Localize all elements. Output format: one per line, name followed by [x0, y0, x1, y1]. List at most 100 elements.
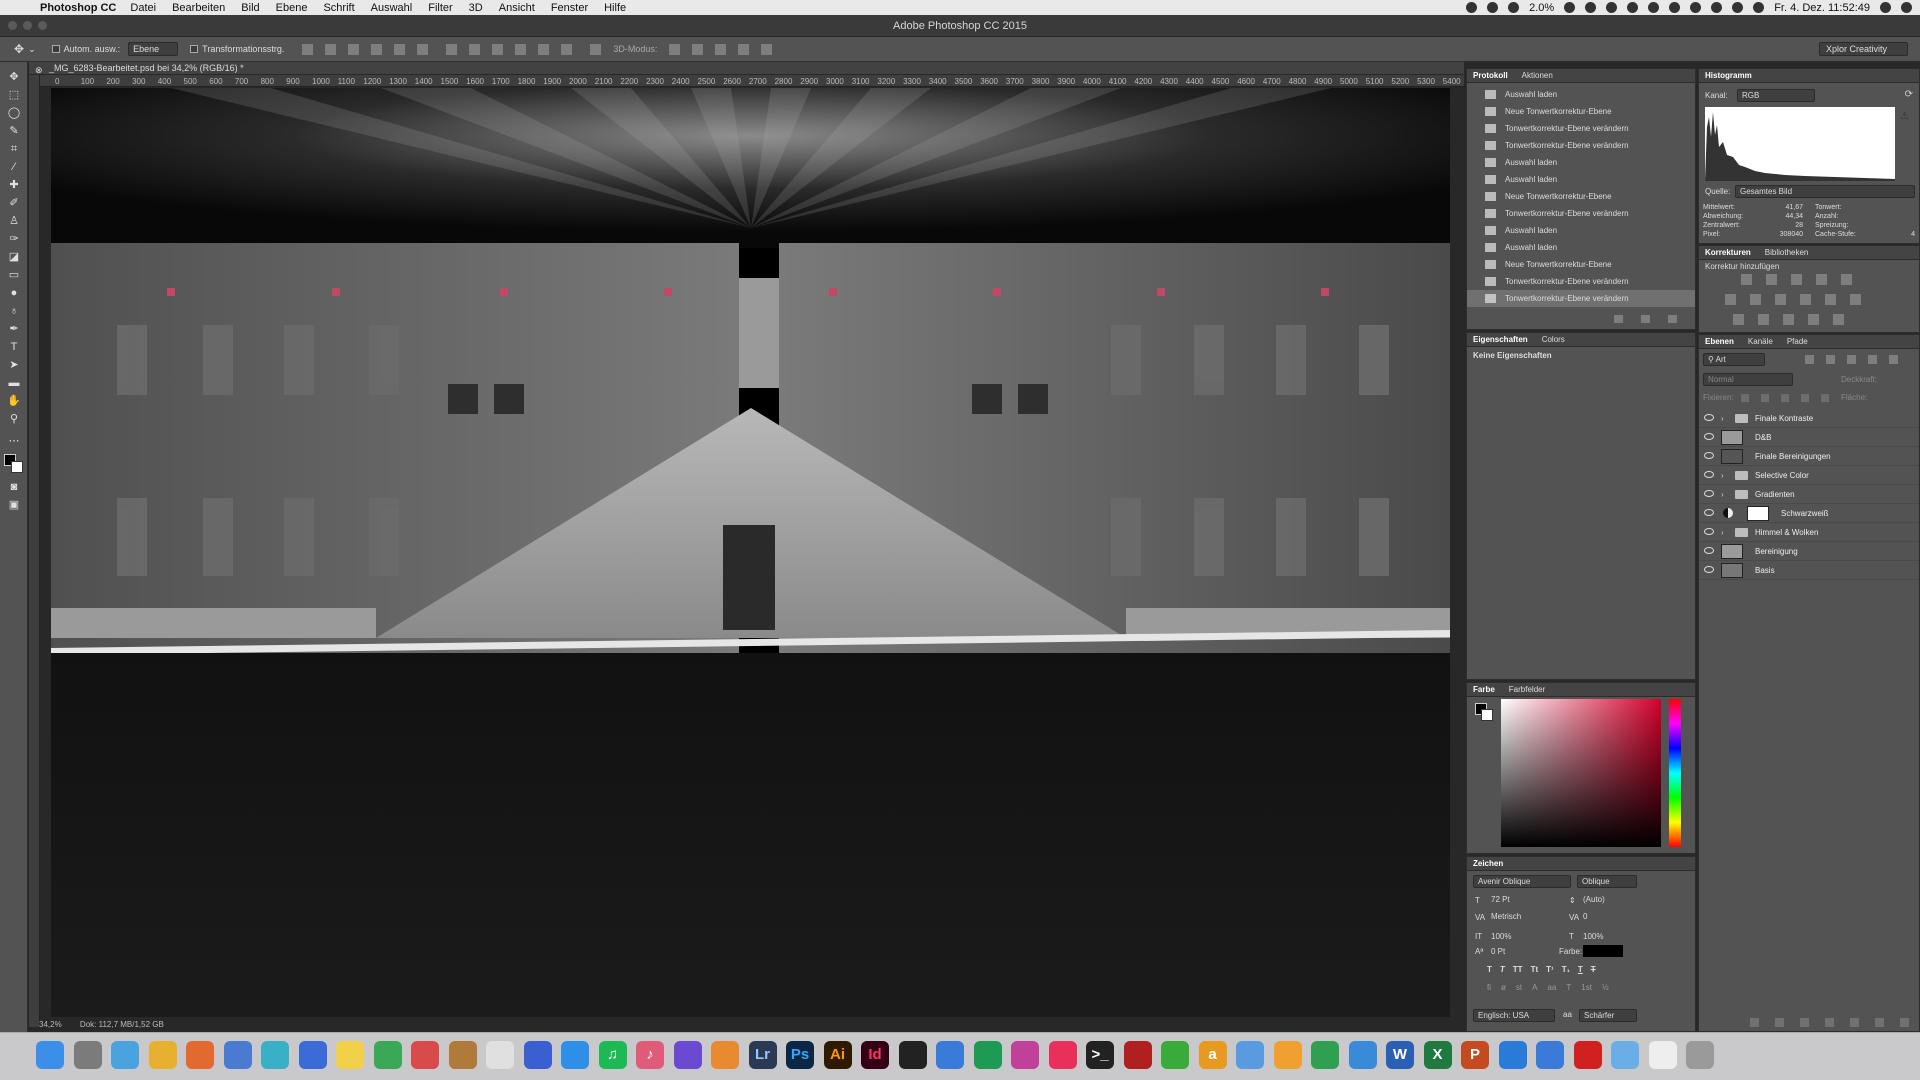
tab-kanaele[interactable]: Kanäle	[1748, 337, 1773, 346]
ordinal-icon[interactable]: T	[1566, 983, 1571, 992]
cloud-icon[interactable]	[1606, 2, 1618, 13]
tab-aktionen[interactable]: Aktionen	[1522, 71, 1553, 80]
dock-lips-icon[interactable]	[1048, 1041, 1077, 1069]
eyedropper-tool-icon[interactable]: ⁄	[7, 160, 21, 174]
menu-datei[interactable]: Datei	[130, 2, 156, 14]
font-style-dropdown[interactable]: Oblique	[1577, 875, 1637, 888]
marquee-tool-icon[interactable]: ⬚	[7, 88, 21, 102]
dock-documents-icon[interactable]	[1648, 1041, 1677, 1069]
document-size[interactable]: Dok: 112,7 MB/1,52 GB	[80, 1020, 164, 1029]
all-caps-icon[interactable]: TT	[1513, 965, 1523, 974]
history-brush-tool-icon[interactable]: ✑	[7, 232, 21, 246]
screen-mode-icon[interactable]: ▣	[7, 498, 21, 512]
slide-3d-icon[interactable]	[738, 43, 750, 55]
auto-select-checkbox[interactable]	[51, 45, 60, 53]
dock-1password-icon[interactable]	[298, 1041, 327, 1069]
dock-leaf-icon[interactable]	[1161, 1041, 1189, 1069]
posterize-icon[interactable]	[1758, 314, 1769, 325]
pen-tool-icon[interactable]: ✒	[7, 322, 21, 336]
dock-mail-icon[interactable]	[223, 1041, 252, 1069]
text-color-swatch[interactable]	[1583, 945, 1623, 957]
layer-row-himmel-wolken[interactable]: › Himmel & Wolken	[1699, 523, 1919, 542]
history-state[interactable]: Tonwertkorrektur-Ebene verändern	[1467, 120, 1695, 137]
channel-mixer-icon[interactable]	[1825, 294, 1836, 305]
app-menu-title[interactable]: Photoshop CC	[40, 2, 116, 14]
distribute-hcenter-icon[interactable]	[538, 43, 550, 55]
dock-notes-icon[interactable]	[336, 1041, 364, 1069]
threshold-icon[interactable]	[1783, 314, 1794, 325]
healing-brush-tool-icon[interactable]: ✚	[7, 178, 21, 192]
align-left-icon[interactable]	[371, 43, 383, 55]
record-icon[interactable]	[1466, 2, 1478, 13]
zoom-level[interactable]: 34,2%	[39, 1020, 62, 1029]
expand-arrow-icon[interactable]: ›	[1721, 485, 1724, 504]
menu-schrift[interactable]: Schrift	[323, 2, 354, 14]
layer-row-selective-color[interactable]: › Selective Color	[1699, 466, 1919, 485]
menu-hilfe[interactable]: Hilfe	[604, 2, 626, 14]
dock-folder-icon[interactable]	[1611, 1041, 1639, 1069]
wifi-icon[interactable]	[1711, 2, 1723, 13]
filter-adjustment-icon[interactable]	[1826, 355, 1835, 364]
dock-pinwheel-icon[interactable]	[1011, 1041, 1039, 1069]
snapshot-icon[interactable]	[1641, 315, 1650, 323]
history-state[interactable]: Neue Tonwertkorrektur-Ebene	[1467, 256, 1695, 273]
drag-3d-icon[interactable]	[715, 43, 727, 55]
transform-controls-checkbox[interactable]	[190, 45, 199, 53]
refresh-histogram-icon[interactable]: ⟳	[1905, 89, 1913, 100]
delete-layer-icon[interactable]	[1900, 1018, 1909, 1027]
auto-select-target-dropdown[interactable]: Ebene	[128, 42, 179, 56]
lock-all-icon[interactable]	[1821, 394, 1829, 402]
user-icon[interactable]	[1627, 2, 1639, 13]
filter-type-icon[interactable]	[1847, 355, 1856, 364]
superscript-icon[interactable]: T¹	[1546, 965, 1554, 974]
blend-mode-dropdown[interactable]: Normal	[1703, 373, 1793, 386]
color-background-swatch[interactable]	[1481, 709, 1493, 721]
scale-3d-icon[interactable]	[761, 43, 773, 55]
vertical-scale-field[interactable]: 100%	[1491, 932, 1511, 941]
font-family-dropdown[interactable]: Avenir Oblique	[1473, 875, 1571, 888]
tab-farbe[interactable]: Farbe	[1473, 685, 1495, 694]
align-hcenter-icon[interactable]	[394, 43, 406, 55]
distribute-left-icon[interactable]	[515, 43, 527, 55]
titling-icon[interactable]: aa	[1547, 983, 1556, 992]
menu-auswahl[interactable]: Auswahl	[371, 2, 413, 14]
distribute-vcenter-icon[interactable]	[469, 43, 481, 55]
leading-field[interactable]: (Auto)	[1583, 895, 1605, 904]
dock-books-icon[interactable]	[448, 1041, 477, 1069]
black-white-icon[interactable]	[1775, 294, 1786, 305]
lock-image-icon[interactable]	[1761, 394, 1769, 402]
hue-saturation-icon[interactable]	[1725, 294, 1736, 305]
roll-3d-icon[interactable]	[692, 43, 704, 55]
new-document-from-state-icon[interactable]	[1614, 315, 1623, 323]
bluetooth-icon[interactable]	[1690, 2, 1702, 13]
dock-filezilla-icon[interactable]	[1123, 1041, 1152, 1069]
history-state[interactable]: Auswahl laden	[1467, 171, 1695, 188]
dropbox-icon[interactable]	[1585, 2, 1597, 13]
chat-icon[interactable]	[1564, 2, 1576, 13]
align-vcenter-icon[interactable]	[325, 43, 337, 55]
history-state[interactable]: Auswahl laden	[1467, 154, 1695, 171]
warning-icon[interactable]: ⚠	[1900, 111, 1909, 122]
brush-tool-icon[interactable]: ✐	[7, 196, 21, 210]
onepassword-icon[interactable]	[1487, 2, 1499, 13]
display-icon[interactable]	[1648, 2, 1660, 13]
tab-korrekturen[interactable]: Korrekturen	[1705, 248, 1751, 257]
tab-ebenen[interactable]: Ebenen	[1705, 337, 1734, 346]
eraser-tool-icon[interactable]: ◪	[7, 250, 21, 264]
menu-bild[interactable]: Bild	[241, 2, 259, 14]
dock-lr-icon[interactable]: Lr	[748, 1041, 777, 1069]
expand-arrow-icon[interactable]: ›	[1721, 409, 1724, 428]
history-state[interactable]: Auswahl laden	[1467, 86, 1695, 103]
lasso-tool-icon[interactable]: ◯	[7, 106, 21, 120]
distribute-top-icon[interactable]	[446, 43, 458, 55]
tab-bibliotheken[interactable]: Bibliotheken	[1765, 248, 1809, 257]
tab-zeichen[interactable]: Zeichen	[1473, 859, 1503, 868]
vibrance-icon[interactable]	[1841, 274, 1852, 285]
align-bottom-icon[interactable]	[348, 43, 360, 55]
eye-status-icon[interactable]	[1508, 2, 1520, 13]
transform-controls-option[interactable]: Transformationsstrg.	[190, 44, 284, 54]
minimize-window-button[interactable]	[23, 21, 32, 30]
dock-app-store-icon[interactable]	[561, 1041, 589, 1069]
auto-select-option[interactable]: Autom. ausw.:	[51, 44, 120, 54]
trash-icon[interactable]	[1668, 315, 1677, 323]
